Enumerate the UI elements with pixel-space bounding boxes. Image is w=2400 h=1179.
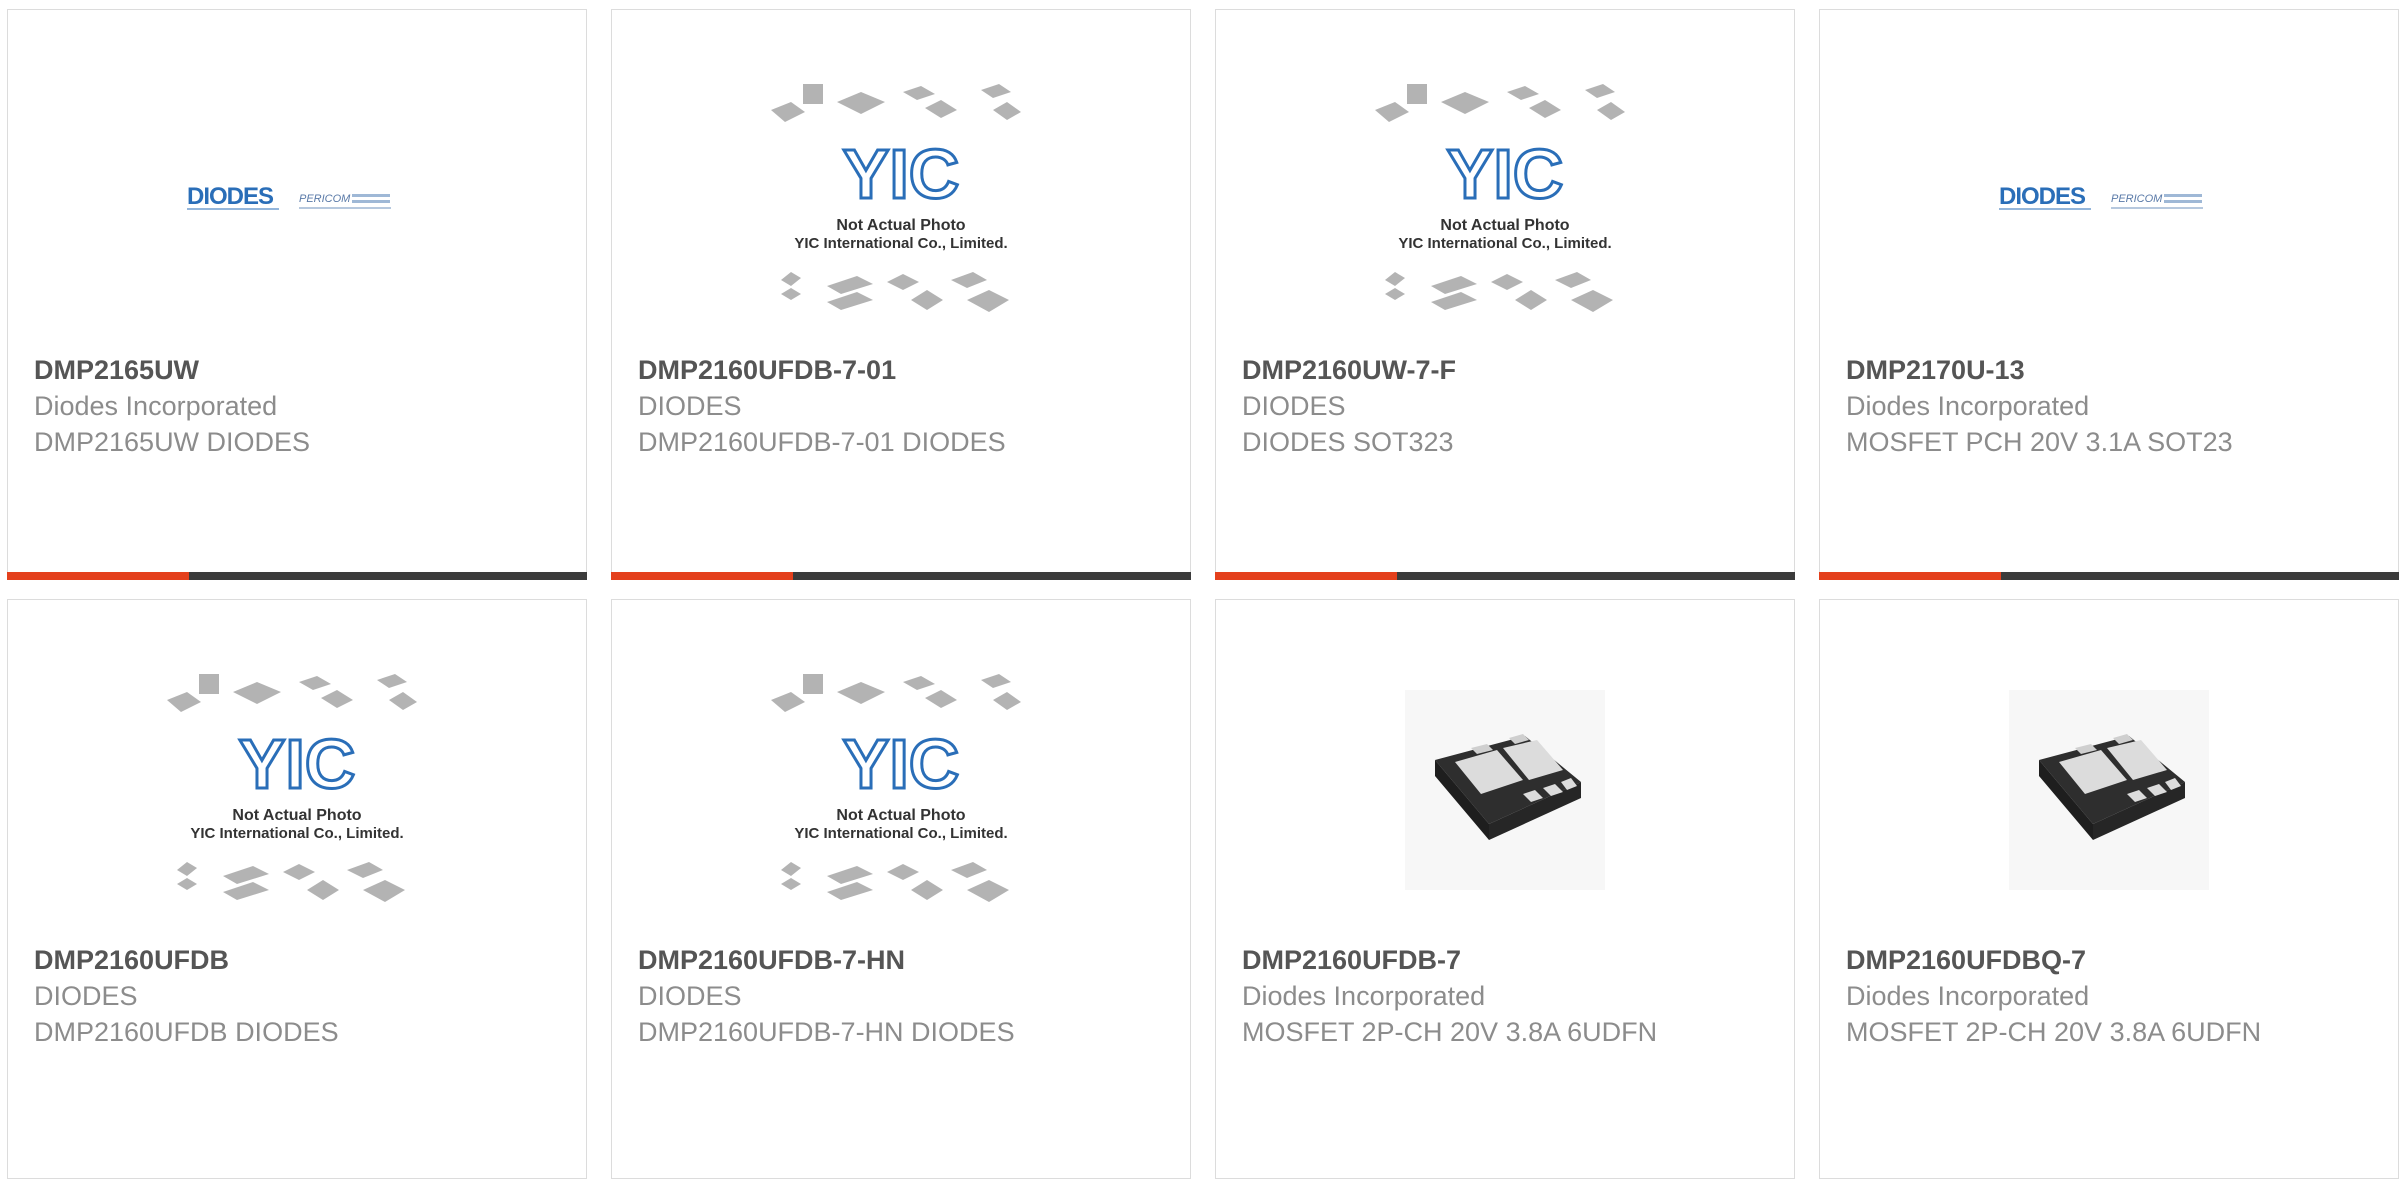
product-image[interactable]: DIODES PERICOM	[1820, 50, 2398, 350]
product-image[interactable]	[1820, 640, 2398, 940]
part-number[interactable]: DMP2160UW-7-F	[1242, 352, 1774, 388]
description: DIODES SOT323	[1242, 427, 1454, 457]
not-actual-photo-placeholder: YIC Not Actual Photo YIC International C…	[761, 80, 1041, 320]
svg-text:YIC International Co., Limited: YIC International Co., Limited.	[1398, 235, 1611, 252]
manufacturer: Diodes Incorporated	[1846, 391, 2090, 421]
description: DMP2160UFDB-7-01 DIODES	[638, 427, 1006, 457]
yic-logo: YIC	[843, 135, 960, 213]
manufacturer: Diodes Incorporated	[1242, 981, 1486, 1011]
yic-logo: YIC	[239, 725, 356, 803]
manufacturer: DIODES	[34, 981, 138, 1011]
product-card[interactable]: YIC Not Actual Photo YIC International C…	[1215, 9, 1795, 580]
description: MOSFET 2P-CH 20V 3.8A 6UDFN	[1846, 1017, 2262, 1047]
product-image[interactable]	[1216, 640, 1794, 940]
part-number[interactable]: DMP2160UFDB-7-HN	[638, 942, 1170, 978]
product-info: DMP2160UFDB-7-01 DIODES DMP2160UFDB-7-01…	[638, 352, 1170, 460]
svg-text:Not Actual Photo: Not Actual Photo	[232, 807, 361, 824]
not-actual-photo-placeholder: YIC Not Actual Photo YIC International C…	[761, 670, 1041, 910]
product-card[interactable]: DIODES PERICOM DMP2170U-13 Diodes Incorp…	[1819, 9, 2399, 580]
manufacturer: Diodes Incorporated	[34, 391, 278, 421]
part-number[interactable]: DMP2160UFDBQ-7	[1846, 942, 2378, 978]
part-number[interactable]: DMP2160UFDB-7-01	[638, 352, 1170, 388]
udfn-package-photo	[2009, 690, 2209, 890]
manufacturer: DIODES	[638, 391, 742, 421]
product-card[interactable]: YIC Not Actual Photo YIC International C…	[7, 599, 587, 1179]
card-accent-bar	[1819, 572, 2399, 580]
card-accent-bar	[611, 572, 1191, 580]
not-actual-photo-placeholder: YIC Not Actual Photo YIC International C…	[1365, 80, 1645, 320]
description: MOSFET 2P-CH 20V 3.8A 6UDFN	[1242, 1017, 1658, 1047]
product-info: DMP2160UFDB DIODES DMP2160UFDB DIODES	[34, 942, 566, 1050]
svg-text:YIC International Co., Limited: YIC International Co., Limited.	[794, 825, 1007, 842]
product-info: DMP2160UFDB-7 Diodes Incorporated MOSFET…	[1242, 942, 1774, 1050]
product-image[interactable]: YIC Not Actual Photo YIC International C…	[612, 640, 1190, 940]
product-info: DMP2170U-13 Diodes Incorporated MOSFET P…	[1846, 352, 2378, 460]
yic-logo: YIC	[843, 725, 960, 803]
product-grid: DIODES PERICOM DMP2165UW Diodes Incorpor…	[0, 0, 2400, 1179]
product-card[interactable]: DMP2160UFDB-7 Diodes Incorporated MOSFET…	[1215, 599, 1795, 1179]
udfn-package-photo	[1405, 690, 1605, 890]
product-image[interactable]: DIODES PERICOM	[8, 50, 586, 350]
svg-text:YIC International Co., Limited: YIC International Co., Limited.	[190, 825, 403, 842]
product-image[interactable]: YIC Not Actual Photo YIC International C…	[1216, 50, 1794, 350]
diodes-pericom-logo: DIODES PERICOM	[1999, 180, 2219, 220]
manufacturer: DIODES	[638, 981, 742, 1011]
svg-text:DIODES: DIODES	[1999, 183, 2086, 210]
yic-logo: YIC	[1447, 135, 1564, 213]
product-info: DMP2160UFDBQ-7 Diodes Incorporated MOSFE…	[1846, 942, 2378, 1050]
svg-text:Not Actual Photo: Not Actual Photo	[836, 807, 965, 824]
part-number[interactable]: DMP2160UFDB	[34, 942, 566, 978]
card-accent-bar	[1215, 572, 1795, 580]
manufacturer: DIODES	[1242, 391, 1346, 421]
card-accent-bar	[7, 572, 587, 580]
manufacturer: Diodes Incorporated	[1846, 981, 2090, 1011]
product-image[interactable]: YIC Not Actual Photo YIC International C…	[8, 640, 586, 940]
svg-text:PERICOM: PERICOM	[2111, 193, 2163, 205]
description: DMP2160UFDB DIODES	[34, 1017, 339, 1047]
product-card[interactable]: DIODES PERICOM DMP2165UW Diodes Incorpor…	[7, 9, 587, 580]
svg-text:YIC International Co., Limited: YIC International Co., Limited.	[794, 235, 1007, 252]
product-card[interactable]: YIC Not Actual Photo YIC International C…	[611, 599, 1191, 1179]
product-card[interactable]: DMP2160UFDBQ-7 Diodes Incorporated MOSFE…	[1819, 599, 2399, 1179]
not-actual-photo-placeholder: YIC Not Actual Photo YIC International C…	[157, 670, 437, 910]
product-info: DMP2160UW-7-F DIODES DIODES SOT323	[1242, 352, 1774, 460]
svg-text:Not Actual Photo: Not Actual Photo	[1440, 217, 1569, 234]
description: MOSFET PCH 20V 3.1A SOT23	[1846, 427, 2233, 457]
part-number[interactable]: DMP2170U-13	[1846, 352, 2378, 388]
description: DMP2165UW DIODES	[34, 427, 311, 457]
product-info: DMP2165UW Diodes Incorporated DMP2165UW …	[34, 352, 566, 460]
svg-text:PERICOM: PERICOM	[299, 193, 351, 205]
product-info: DMP2160UFDB-7-HN DIODES DMP2160UFDB-7-HN…	[638, 942, 1170, 1050]
description: DMP2160UFDB-7-HN DIODES	[638, 1017, 1015, 1047]
part-number[interactable]: DMP2160UFDB-7	[1242, 942, 1774, 978]
svg-text:DIODES: DIODES	[187, 183, 274, 210]
svg-text:Not Actual Photo: Not Actual Photo	[836, 217, 965, 234]
diodes-pericom-logo: DIODES PERICOM	[187, 180, 407, 220]
product-image[interactable]: YIC Not Actual Photo YIC International C…	[612, 50, 1190, 350]
product-card[interactable]: YIC Not Actual Photo YIC International C…	[611, 9, 1191, 580]
part-number[interactable]: DMP2165UW	[34, 352, 566, 388]
